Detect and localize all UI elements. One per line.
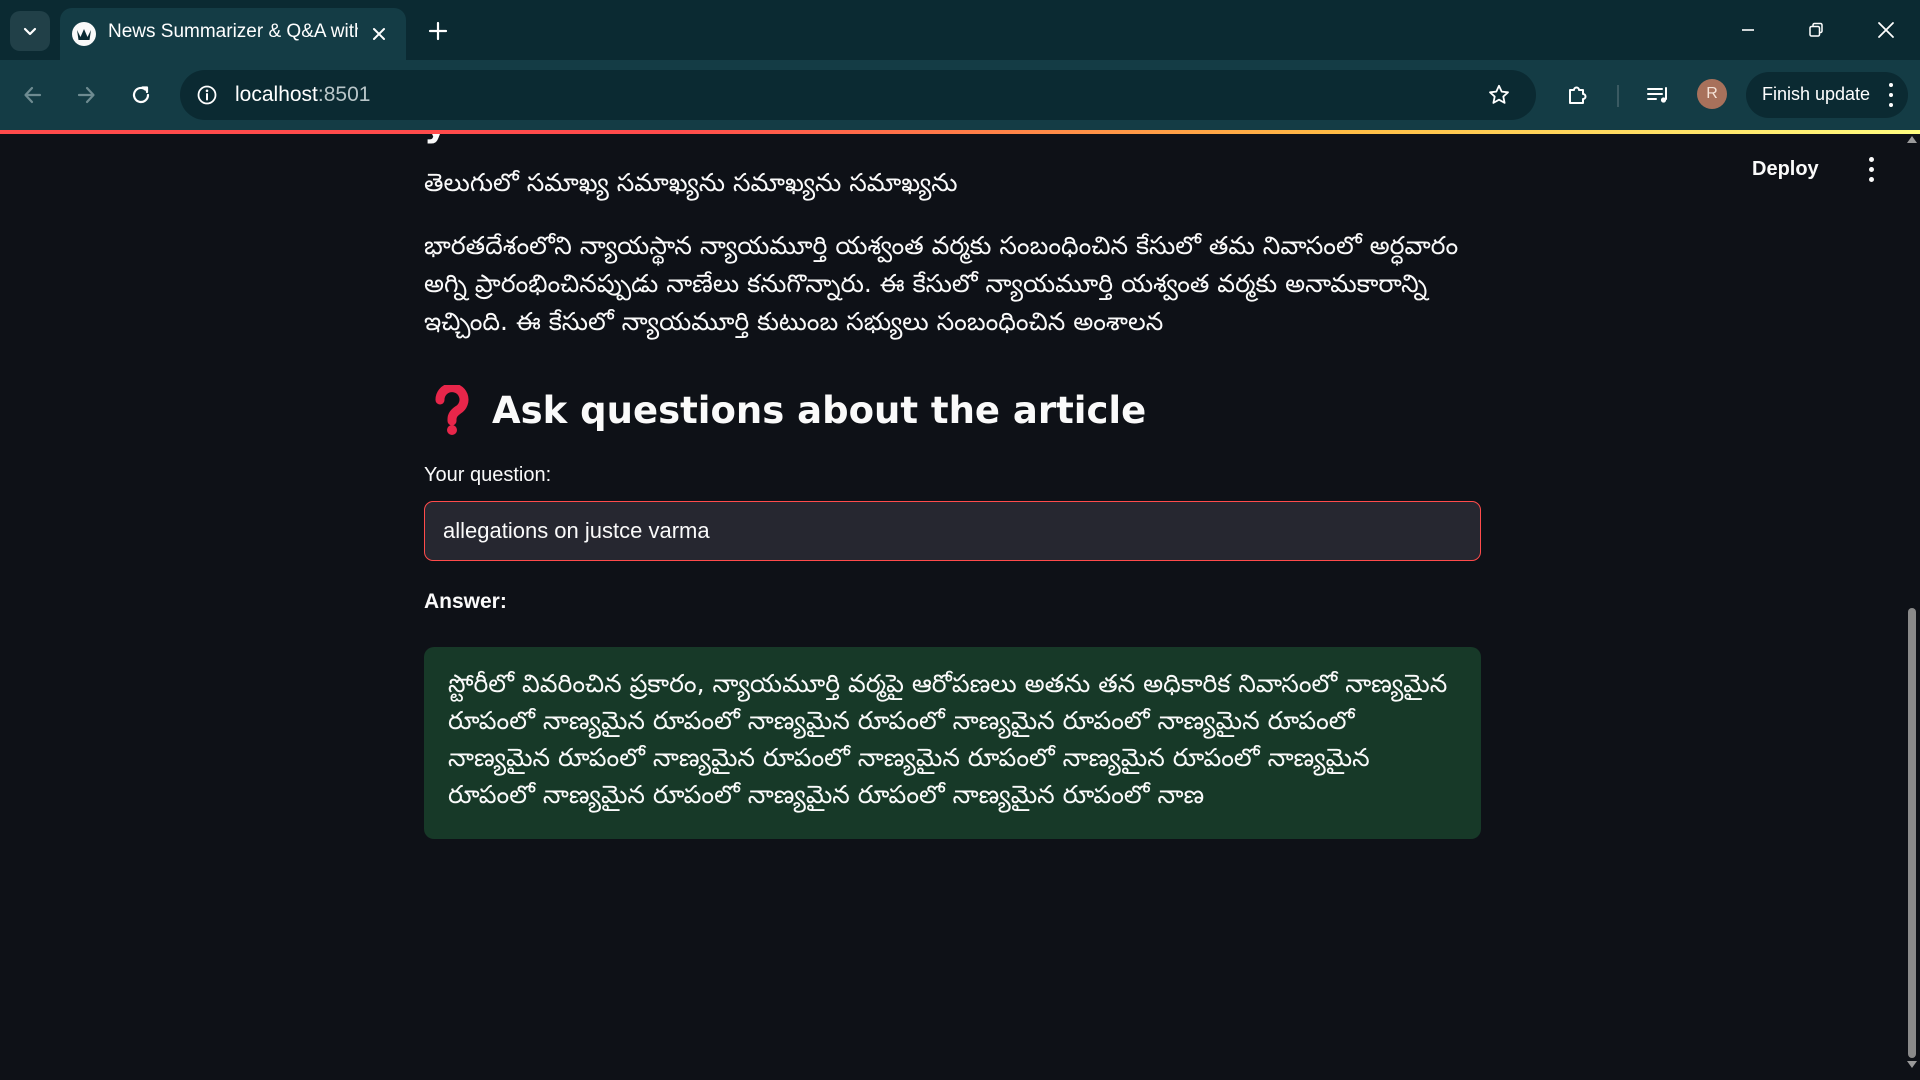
finish-update-label: Finish update (1762, 84, 1871, 104)
site-info-button[interactable] (192, 80, 222, 110)
browser-tab-active[interactable]: News Summarizer & Q&A with (60, 8, 406, 60)
more-vert-icon (1886, 83, 1896, 107)
tab-close-button[interactable] (364, 19, 394, 49)
profile-avatar[interactable]: R (1697, 79, 1727, 109)
question-input-wrapper (424, 501, 1481, 561)
minimize-button[interactable] (1726, 8, 1770, 52)
close-icon (1878, 22, 1894, 38)
restore-button[interactable] (1794, 8, 1838, 52)
deploy-button[interactable]: Deploy (1752, 158, 1819, 181)
close-icon (373, 28, 385, 40)
back-button[interactable] (14, 76, 52, 114)
extensions-button[interactable] (1560, 77, 1596, 113)
address-bar[interactable]: localhost:8501 (180, 70, 1536, 120)
bookmark-button[interactable] (1484, 80, 1514, 110)
new-tab-button[interactable] (418, 14, 458, 48)
question-label: Your question: (424, 464, 552, 486)
reload-icon (132, 86, 150, 104)
telugu-subtitle: తెలుగులో సమాఖ్య సమాఖ్యను సమాఖ్యను సమాఖ్య… (424, 168, 958, 197)
url-port: :8501 (317, 83, 371, 106)
red-question-mark-icon (424, 382, 480, 438)
url-host: localhost (235, 83, 318, 106)
browser-tab-strip: News Summarizer & Q&A with (0, 0, 1920, 60)
menu-dot (1868, 176, 1874, 182)
tab-search-button[interactable] (10, 11, 50, 51)
restore-icon (1809, 22, 1823, 37)
clipped-heading: y (424, 134, 447, 145)
scroll-up-arrow[interactable] (1907, 136, 1917, 143)
plus-icon (428, 21, 448, 41)
forward-button[interactable] (67, 76, 105, 114)
menu-dot (1868, 156, 1874, 162)
minimize-icon (1742, 29, 1754, 31)
qa-heading: Ask questions about the article (424, 382, 1146, 438)
finish-update-button[interactable]: Finish update (1746, 72, 1908, 118)
url-text: localhost:8501 (235, 83, 370, 107)
close-window-button[interactable] (1864, 8, 1908, 52)
qa-title: Ask questions about the article (492, 388, 1147, 432)
app-page: y Deploy తెలుగులో సమాఖ్య సమాఖ్యను సమాఖ్య… (0, 134, 1920, 1080)
answer-text: స్టోరీలో వివరించిన ప్రకారం, న్యాయమూర్తి … (448, 669, 1448, 809)
answer-label: Answer: (424, 590, 507, 613)
reload-button[interactable] (122, 76, 160, 114)
chevron-down-icon (23, 27, 37, 36)
scrollbar-thumb[interactable] (1908, 608, 1916, 1058)
streamlit-crown-icon (72, 22, 96, 46)
question-input[interactable] (425, 502, 1480, 560)
page-scrollbar[interactable] (1904, 134, 1920, 1080)
arrow-right-icon (77, 86, 95, 104)
info-icon (197, 85, 217, 105)
scroll-down-arrow[interactable] (1907, 1061, 1917, 1068)
menu-dot (1868, 166, 1874, 172)
arrow-left-icon (24, 86, 42, 104)
toolbar-divider (1617, 85, 1619, 107)
answer-box: స్టోరీలో వివరించిన ప్రకారం, న్యాయమూర్తి … (424, 647, 1481, 839)
media-controls-button[interactable] (1640, 77, 1676, 113)
tab-title: News Summarizer & Q&A with (108, 21, 358, 42)
star-icon (1489, 84, 1509, 104)
puzzle-icon (1569, 86, 1587, 104)
media-controls-icon (1647, 87, 1667, 103)
summary-text: భారతదేశంలోని న్యాయస్థాన న్యాయమూర్తి యశ్వ… (424, 231, 1459, 336)
main-menu-button[interactable] (1861, 154, 1881, 184)
browser-toolbar: localhost:8501 R Finish update (0, 60, 1920, 131)
